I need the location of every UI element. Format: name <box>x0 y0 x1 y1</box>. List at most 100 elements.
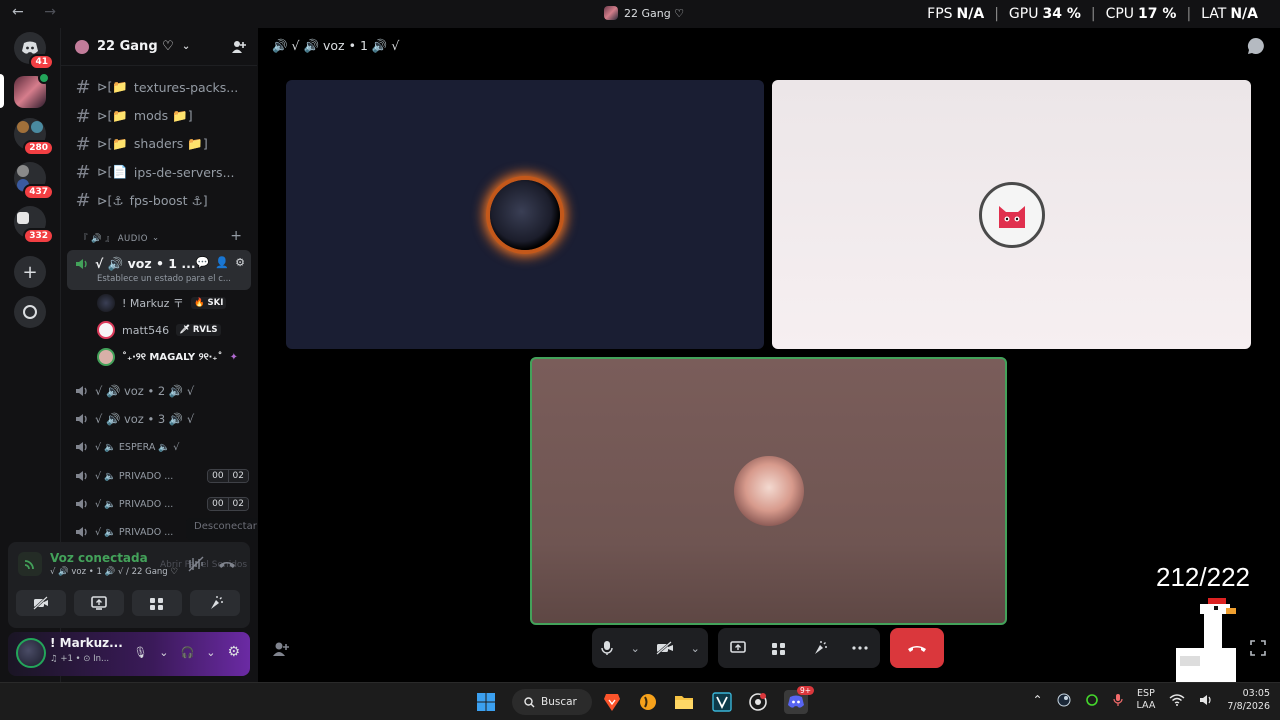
more-options-icon[interactable] <box>852 646 868 650</box>
category-audio[interactable]: 『 🔊 』 AUDIO ⌄ <box>79 232 160 244</box>
clock[interactable]: 03:05 7/8/2026 <box>1227 687 1270 713</box>
microphone-icon[interactable]: 🎙 <box>133 646 147 659</box>
hash-icon: # <box>75 76 91 98</box>
chat-bubble-icon[interactable]: 💬 <box>196 256 210 269</box>
fl-studio-app[interactable] <box>636 690 660 714</box>
tray-app[interactable] <box>746 690 770 714</box>
mic-controls: ⌄ ⌄ <box>592 628 708 668</box>
forward-arrow-icon[interactable]: → <box>44 4 64 20</box>
server-folder-3[interactable]: 332 <box>14 206 54 244</box>
invite-people-icon[interactable] <box>272 640 290 658</box>
user-limit: 02 <box>227 470 248 482</box>
language-code: ESP <box>1137 688 1155 699</box>
steam-icon[interactable] <box>1057 693 1071 707</box>
camera-off-icon[interactable] <box>656 641 674 655</box>
gear-icon[interactable]: ⚙ <box>227 644 240 660</box>
disconnect-button[interactable] <box>890 628 944 668</box>
razer-icon[interactable] <box>1085 693 1099 707</box>
guild-header[interactable]: 22 Gang ♡ ⌄ <box>61 28 257 66</box>
gear-icon[interactable]: ⚙ <box>235 256 245 269</box>
voice-member[interactable]: ! Markuz 〒 🔥 SKI <box>97 292 227 314</box>
file-explorer-app[interactable] <box>672 690 696 714</box>
fl-studio-icon <box>640 694 656 710</box>
clock-time: 03:05 <box>1242 688 1270 699</box>
text-channel[interactable]: # ⊳[📁 mods 📁] <box>69 103 249 129</box>
wifi-icon[interactable] <box>1169 694 1185 706</box>
v-editor-icon <box>712 692 732 712</box>
active-voice-channel[interactable]: √ 🔊 voz • 1 ... Establece un estado para… <box>67 250 251 290</box>
text-channel[interactable]: # ⊳[📁 textures-packs... <box>69 74 249 100</box>
editor-app[interactable] <box>710 690 734 714</box>
participant-tile[interactable] <box>286 80 764 349</box>
microphone-icon[interactable] <box>600 640 614 656</box>
participant-tile-speaking[interactable] <box>530 357 1007 625</box>
fullscreen-icon[interactable] <box>1250 640 1266 656</box>
volume-icon[interactable] <box>1199 694 1213 706</box>
voice-connected-title[interactable]: Voz conectada <box>50 551 148 565</box>
text-channel[interactable]: # ⊳[⚓ fps-boost ⚓] <box>69 187 249 213</box>
voice-channel-name: √ 🔈 PRIVADO ... <box>95 498 174 510</box>
text-channel[interactable]: # ⊳[📁 shaders 📁] <box>69 131 249 157</box>
user-name[interactable]: ! Markuz... <box>50 636 123 650</box>
voice-channel[interactable]: √ 🔈 PRIVADO ... 00 02 <box>69 491 249 517</box>
noise-suppression-icon[interactable] <box>188 556 204 572</box>
voice-member[interactable]: ˚₊‧୨୧ MAGALY ୨୧‧₊˚ ✦ <box>97 346 238 368</box>
voice-status-text[interactable]: Establece un estado para el c... <box>97 274 231 284</box>
invite-icon[interactable]: 👤 <box>215 256 229 269</box>
activities-button[interactable] <box>132 590 182 616</box>
voice-connected-subtitle[interactable]: √ 🔊 voz • 1 🔊 √ / 22 Gang ♡ <box>50 567 178 577</box>
voice-channel[interactable]: √ 🔊 voz • 3 🔊 √ <box>69 406 249 432</box>
headphones-icon[interactable]: 🎧 <box>181 646 195 659</box>
signal-icon[interactable] <box>18 552 42 576</box>
text-channel[interactable]: # ⊳[📄 ips-de-servers... <box>69 159 249 185</box>
taskbar: Buscar 9+ ⌃ ESP LAA 03:05 7/8/2026 <box>0 682 1280 720</box>
gpu-value: 34 % <box>1042 6 1081 22</box>
toggle-camera-button[interactable] <box>16 590 66 616</box>
discord-app-button[interactable]: 9+ <box>784 686 814 714</box>
chevron-down-icon[interactable]: ⌄ <box>159 646 168 659</box>
folder-badge: 280 <box>23 140 54 156</box>
share-screen-button[interactable] <box>74 590 124 616</box>
discord-logo-icon <box>22 41 38 54</box>
soundboard-icon[interactable] <box>811 640 828 656</box>
back-arrow-icon[interactable]: ← <box>12 4 32 20</box>
discover-button[interactable] <box>14 296 46 328</box>
brave-browser-app[interactable] <box>600 690 624 714</box>
start-button[interactable] <box>474 690 498 714</box>
activities-icon[interactable] <box>771 640 787 656</box>
voice-channel[interactable]: √ 🔊 voz • 2 🔊 √ <box>69 378 249 404</box>
chevron-down-icon: ⌄ <box>151 233 160 243</box>
keyboard-layout: LAA <box>1136 700 1156 711</box>
server-22-gang[interactable] <box>14 72 50 108</box>
server-folder-2[interactable]: 437 <box>14 162 54 200</box>
voice-channel[interactable]: √ 🔈 PRIVADO ... 00 02 <box>69 463 249 489</box>
invite-people-icon[interactable] <box>231 39 247 55</box>
chat-bubble-icon[interactable] <box>1246 36 1266 56</box>
voice-stage: 🔊 √ 🔊 voz • 1 🔊 √ 212/222 ⌄ ⌄ <box>258 28 1280 702</box>
channel-name: ips-de-servers... <box>133 164 235 180</box>
channel-prefix: ⊳[📁 <box>97 79 128 94</box>
microphone-in-use-icon[interactable] <box>1112 693 1123 707</box>
create-channel-icon[interactable]: + <box>230 228 242 244</box>
participant-tile[interactable] <box>772 80 1251 349</box>
voice-member[interactable]: matt546 🗡 RVLS <box>97 319 221 341</box>
chevron-down-icon[interactable]: ⌄ <box>691 642 700 655</box>
disconnect-icon[interactable] <box>218 556 236 572</box>
compass-icon <box>23 305 37 319</box>
chevron-down-icon[interactable]: ⌄ <box>631 642 640 655</box>
screen-share-icon[interactable] <box>730 641 747 655</box>
server-folder-1[interactable]: 280 <box>14 118 54 156</box>
soundboard-button[interactable] <box>190 590 240 616</box>
voice-channel[interactable]: √ 🔈 ESPERA 🔈 √ <box>69 434 249 460</box>
user-count: 00 <box>208 498 228 510</box>
add-server-button[interactable]: + <box>14 256 46 288</box>
search-label: Buscar <box>541 696 577 708</box>
nav-arrows: ← → <box>12 4 64 20</box>
avatar[interactable] <box>16 638 46 668</box>
home-badge: 41 <box>29 54 54 70</box>
language-indicator[interactable]: ESP LAA <box>1137 688 1156 712</box>
chevron-down-icon[interactable]: ⌄ <box>206 646 215 659</box>
search-box[interactable]: Buscar <box>512 689 592 715</box>
chevron-up-icon[interactable]: ⌃ <box>1032 693 1042 707</box>
home-button[interactable]: 41 <box>14 32 54 70</box>
